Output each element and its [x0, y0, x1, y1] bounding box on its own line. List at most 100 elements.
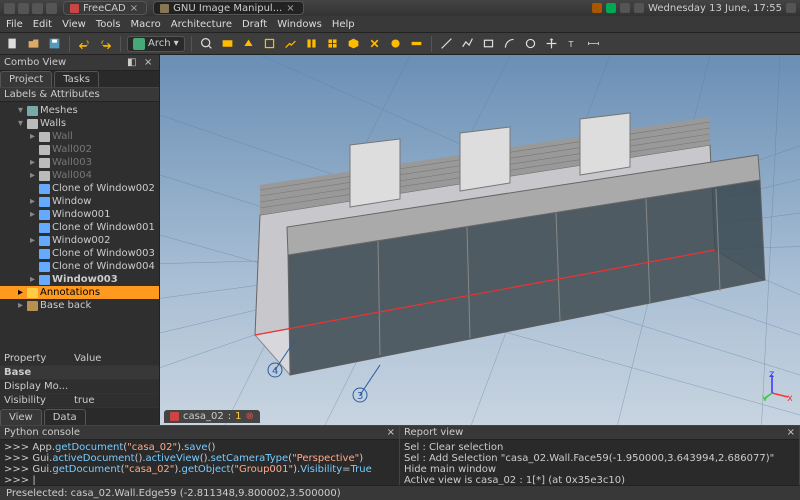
- tree-item[interactable]: ▾Walls: [0, 117, 159, 130]
- expand-icon[interactable]: ▸: [28, 235, 37, 246]
- menu-draft[interactable]: Draft: [242, 19, 267, 30]
- close-icon[interactable]: ×: [130, 3, 138, 14]
- taskbar-app-gimp[interactable]: GNU Image Manipul... ×: [153, 1, 304, 15]
- expand-icon[interactable]: ▸: [28, 170, 37, 181]
- tool-button[interactable]: [366, 35, 383, 52]
- draft-text-button[interactable]: T: [564, 35, 581, 52]
- tree-item[interactable]: ▸Wall003: [0, 156, 159, 169]
- redo-button[interactable]: [97, 35, 114, 52]
- zoom-fit-button[interactable]: [198, 35, 215, 52]
- svg-text:4: 4: [272, 366, 278, 377]
- menu-help[interactable]: Help: [332, 19, 355, 30]
- python-console[interactable]: Python console× >>> App.getDocument("cas…: [0, 426, 400, 485]
- menu-view[interactable]: View: [62, 19, 86, 30]
- menu-macro[interactable]: Macro: [130, 19, 160, 30]
- tree-item[interactable]: Clone of Window002: [0, 182, 159, 195]
- tree-item[interactable]: Clone of Window001: [0, 221, 159, 234]
- tray-icon[interactable]: [606, 3, 616, 13]
- launcher-icon[interactable]: [4, 3, 15, 14]
- expand-icon[interactable]: ▸: [28, 274, 37, 285]
- launcher-icon[interactable]: [32, 3, 43, 14]
- menu-windows[interactable]: Windows: [277, 19, 322, 30]
- tab-label: Project: [9, 74, 43, 85]
- open-button[interactable]: [25, 35, 42, 52]
- tool-button[interactable]: [345, 35, 362, 52]
- tree-item[interactable]: Wall002: [0, 143, 159, 156]
- tool-button[interactable]: [303, 35, 320, 52]
- tree-item[interactable]: ▾Meshes: [0, 104, 159, 117]
- tool-button[interactable]: [282, 35, 299, 52]
- tray-icon[interactable]: [634, 3, 644, 13]
- tab-project[interactable]: Project: [0, 71, 52, 87]
- expand-icon[interactable]: ▸: [28, 196, 37, 207]
- model-tree[interactable]: ▾Meshes▾Walls▸WallWall002▸Wall003▸Wall00…: [0, 102, 159, 352]
- tool-button[interactable]: [261, 35, 278, 52]
- save-button[interactable]: [46, 35, 63, 52]
- wall-icon: [39, 145, 50, 155]
- expand-icon[interactable]: ▸: [16, 287, 25, 298]
- menu-edit[interactable]: Edit: [33, 19, 52, 30]
- tree-item[interactable]: ▸Window002: [0, 234, 159, 247]
- undo-button[interactable]: [76, 35, 93, 52]
- undock-icon[interactable]: ◧: [127, 57, 138, 68]
- expand-icon[interactable]: ▾: [16, 118, 25, 129]
- close-icon[interactable]: ×: [286, 3, 294, 14]
- tab-view[interactable]: View: [0, 409, 42, 425]
- tool-button[interactable]: [408, 35, 425, 52]
- expand-icon[interactable]: ▸: [28, 157, 37, 168]
- tree-label: Wall004: [52, 170, 92, 181]
- expand-icon[interactable]: ▸: [28, 131, 37, 142]
- tree-item[interactable]: ▸Window003: [0, 273, 159, 286]
- close-icon[interactable]: ×: [787, 427, 795, 438]
- draft-dim-button[interactable]: [585, 35, 602, 52]
- tree-item[interactable]: Clone of Window003: [0, 247, 159, 260]
- draft-arc-button[interactable]: [501, 35, 518, 52]
- tab-data[interactable]: Data: [44, 409, 86, 425]
- tree-item[interactable]: ▸Window001: [0, 208, 159, 221]
- workbench-label: Arch: [148, 38, 171, 49]
- taskbar-app-freecad[interactable]: FreeCAD ×: [63, 1, 147, 15]
- expand-icon[interactable]: ▸: [28, 209, 37, 220]
- tray-icon[interactable]: [786, 3, 796, 13]
- menu-architecture[interactable]: Architecture: [171, 19, 232, 30]
- menu-file[interactable]: File: [6, 19, 23, 30]
- draft-circle-button[interactable]: [522, 35, 539, 52]
- tree-item[interactable]: ▸Annotations: [0, 286, 159, 299]
- tree-item[interactable]: ▸Base back: [0, 299, 159, 312]
- tree-item[interactable]: ▸ Wall004: [0, 169, 159, 182]
- close-icon[interactable]: ⊗: [245, 411, 253, 422]
- launcher-icon[interactable]: [18, 3, 29, 14]
- document-tab[interactable]: casa_02 : 1 ⊗: [164, 410, 260, 423]
- tool-button[interactable]: [240, 35, 257, 52]
- tool-button[interactable]: [219, 35, 236, 52]
- tree-item[interactable]: ▸Window: [0, 195, 159, 208]
- draft-line-button[interactable]: [438, 35, 455, 52]
- tool-button[interactable]: [324, 35, 341, 52]
- workbench-selector[interactable]: Arch ▾: [127, 36, 185, 52]
- draft-rect-button[interactable]: [480, 35, 497, 52]
- menu-tools[interactable]: Tools: [96, 19, 121, 30]
- close-icon[interactable]: ×: [387, 427, 395, 438]
- tree-label: Wall: [52, 131, 73, 142]
- tool-button[interactable]: [387, 35, 404, 52]
- new-button[interactable]: [4, 35, 21, 52]
- report-view[interactable]: Report view× Sel : Clear selectionSel : …: [400, 426, 800, 485]
- 3d-viewport[interactable]: 4 3 x y z casa_02 : 1 ⊗: [160, 55, 800, 425]
- close-icon[interactable]: ×: [144, 57, 155, 68]
- expand-icon[interactable]: ▸: [16, 300, 25, 311]
- separator: [69, 36, 70, 52]
- launcher-icon[interactable]: [46, 3, 57, 14]
- property-row[interactable]: Visibilitytrue: [0, 394, 159, 408]
- tree-item[interactable]: Clone of Window004: [0, 260, 159, 273]
- property-row[interactable]: Display Mo...: [0, 380, 159, 394]
- draft-move-button[interactable]: [543, 35, 560, 52]
- combo-view-panel: Combo View ◧ × Project Tasks Labels & At…: [0, 55, 160, 425]
- draft-wire-button[interactable]: [459, 35, 476, 52]
- tray-icon[interactable]: [620, 3, 630, 13]
- tray-icon[interactable]: [592, 3, 602, 13]
- expand-icon[interactable]: ▾: [16, 105, 25, 116]
- taskbar-launchers: [4, 3, 57, 14]
- tab-tasks[interactable]: Tasks: [54, 71, 99, 87]
- tree-item[interactable]: ▸ Wall: [0, 130, 159, 143]
- bottom-panels: Python console× >>> App.getDocument("cas…: [0, 425, 800, 485]
